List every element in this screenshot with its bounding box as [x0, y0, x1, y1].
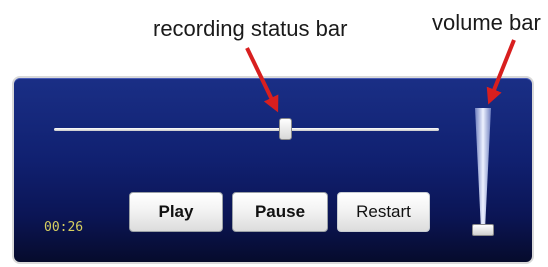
volume-bar-annotation: volume bar	[432, 10, 541, 35]
recording-status-bar-annotation: recording status bar	[153, 16, 348, 41]
volume-track[interactable]	[474, 108, 492, 230]
media-player-panel: Play Pause Restart 00:26	[12, 76, 534, 264]
elapsed-time: 00:26	[44, 220, 84, 235]
restart-button[interactable]: Restart	[337, 192, 430, 232]
pause-button[interactable]: Pause	[232, 192, 328, 232]
play-button[interactable]: Play	[129, 192, 223, 232]
recording-status-track[interactable]	[54, 128, 439, 131]
recording-status-thumb[interactable]	[279, 118, 292, 140]
volume-thumb[interactable]	[472, 224, 494, 236]
